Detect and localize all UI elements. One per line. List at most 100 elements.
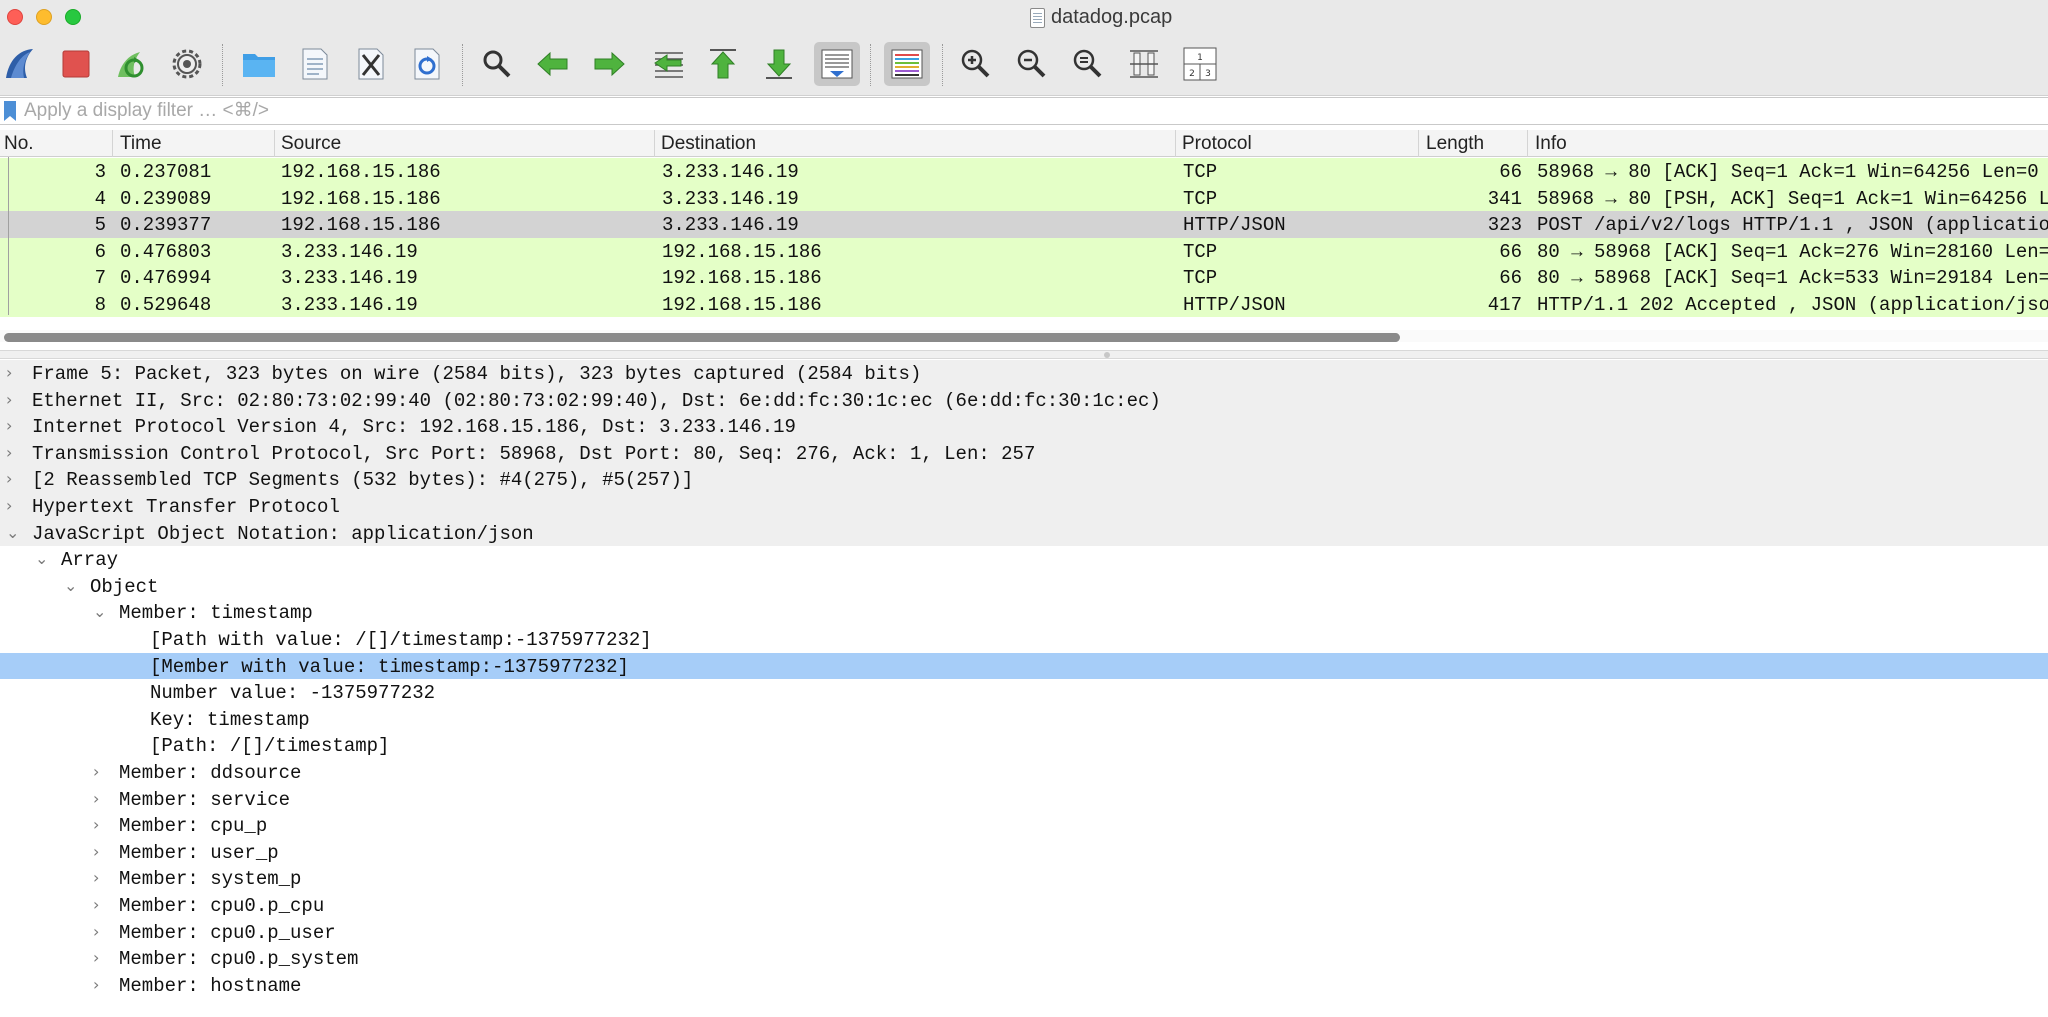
chevron-right-icon[interactable]: › bbox=[93, 948, 107, 968]
column-divider[interactable] bbox=[274, 130, 275, 157]
chevron-right-icon[interactable]: › bbox=[93, 842, 107, 862]
detail-row[interactable]: Key: timestamp bbox=[0, 706, 2048, 733]
detail-row[interactable]: › Frame 5: Packet, 323 bytes on wire (258… bbox=[0, 360, 2048, 387]
pane-splitter[interactable] bbox=[0, 350, 2048, 359]
display-filter-input[interactable] bbox=[22, 98, 2042, 124]
packet-list-scrollbar-thumb[interactable] bbox=[4, 333, 1400, 342]
packet-row[interactable]: 3 0.237081 192.168.15.186 3.233.146.19 T… bbox=[0, 158, 2048, 185]
column-divider[interactable] bbox=[1527, 130, 1528, 157]
detail-row[interactable]: › Member: user_p bbox=[0, 839, 2048, 866]
detail-row[interactable]: [Path with value: /[]/timestamp:-1375977… bbox=[0, 626, 2048, 653]
chevron-right-icon[interactable]: › bbox=[93, 975, 107, 995]
detail-row[interactable]: ⌄ Object bbox=[0, 573, 2048, 600]
detail-row[interactable]: ⌄ JavaScript Object Notation: application… bbox=[0, 519, 2048, 547]
find-packet-icon[interactable] bbox=[476, 42, 518, 86]
detail-row[interactable]: › Member: hostname bbox=[0, 972, 2048, 999]
detail-row[interactable]: › Member: cpu_p bbox=[0, 812, 2048, 839]
column-divider[interactable] bbox=[1175, 130, 1176, 157]
chevron-right-icon[interactable]: › bbox=[93, 868, 107, 888]
normal-size-icon[interactable] bbox=[1067, 42, 1109, 86]
column-header-destination[interactable]: Destination bbox=[661, 133, 756, 155]
chevron-right-icon[interactable]: › bbox=[6, 416, 20, 436]
detail-row-text: Array bbox=[61, 549, 119, 572]
column-header-time[interactable]: Time bbox=[120, 133, 162, 155]
splitter-handle-icon[interactable] bbox=[1104, 352, 1110, 358]
column-header-no[interactable]: No. bbox=[4, 133, 34, 155]
chevron-right-icon[interactable]: › bbox=[93, 762, 107, 782]
detail-row[interactable]: Number value: -1375977232 bbox=[0, 679, 2048, 706]
chevron-right-icon[interactable]: › bbox=[93, 789, 107, 809]
detail-row[interactable]: › Member: ddsource bbox=[0, 759, 2048, 786]
packet-length: 341 bbox=[1487, 187, 1522, 210]
close-file-icon[interactable] bbox=[350, 42, 392, 86]
detail-row[interactable]: ⌄ Member: timestamp bbox=[0, 599, 2048, 626]
detail-row[interactable]: › [2 Reassembled TCP Segments (532 bytes)… bbox=[0, 466, 2048, 493]
detail-row-text: [Path with value: /[]/timestamp:-1375977… bbox=[150, 629, 652, 651]
layout-panes-icon[interactable]: 1 2 3 bbox=[1179, 42, 1221, 86]
capture-options-gear-icon[interactable] bbox=[166, 42, 208, 86]
chevron-down-icon[interactable]: ⌄ bbox=[6, 523, 20, 543]
chevron-right-icon[interactable]: › bbox=[6, 443, 20, 463]
detail-row[interactable]: › Member: cpu0.p_user bbox=[0, 919, 2048, 946]
detail-row[interactable]: › Hypertext Transfer Protocol bbox=[0, 493, 2048, 520]
packet-row[interactable]: 7 0.476994 3.233.146.19 192.168.15.186 T… bbox=[0, 264, 2048, 291]
stop-square-icon[interactable] bbox=[55, 42, 97, 86]
packet-info: 58968 → 80 [ACK] Seq=1 Ack=1 Win=64256 L… bbox=[1537, 161, 2039, 183]
reload-icon[interactable] bbox=[406, 42, 448, 86]
detail-row[interactable]: › Member: service bbox=[0, 786, 2048, 813]
open-folder-icon[interactable] bbox=[238, 42, 280, 86]
packet-row[interactable]: 4 0.239089 192.168.15.186 3.233.146.19 T… bbox=[0, 184, 2048, 211]
detail-row[interactable]: › Member: system_p bbox=[0, 865, 2048, 892]
detail-row-text: [Path: /[]/timestamp] bbox=[150, 735, 390, 758]
zoom-window-button[interactable] bbox=[65, 9, 81, 25]
chevron-right-icon[interactable]: › bbox=[6, 496, 20, 516]
detail-row[interactable]: › Member: cpu0.p_system bbox=[0, 945, 2048, 972]
detail-row-text: JavaScript Object Notation: application/… bbox=[32, 522, 534, 545]
zoom-out-icon[interactable] bbox=[1011, 42, 1053, 86]
zoom-in-icon[interactable] bbox=[955, 42, 997, 86]
chevron-down-icon[interactable]: ⌄ bbox=[93, 602, 107, 622]
go-forward-arrow-icon[interactable] bbox=[588, 42, 630, 86]
resize-columns-icon[interactable] bbox=[1123, 42, 1165, 86]
go-back-arrow-icon[interactable] bbox=[532, 42, 574, 86]
packet-row-selected[interactable]: 5 0.239377 192.168.15.186 3.233.146.19 H… bbox=[0, 211, 2048, 238]
column-header-length[interactable]: Length bbox=[1426, 133, 1484, 155]
auto-scroll-icon[interactable] bbox=[814, 42, 860, 86]
packet-row[interactable]: 6 0.476803 3.233.146.19 192.168.15.186 T… bbox=[0, 237, 2048, 264]
column-header-protocol[interactable]: Protocol bbox=[1182, 133, 1252, 155]
detail-row[interactable]: ⌄ Array bbox=[0, 546, 2048, 573]
minimize-window-button[interactable] bbox=[36, 9, 52, 25]
detail-row[interactable]: [Path: /[]/timestamp] bbox=[0, 732, 2048, 759]
chevron-right-icon[interactable]: › bbox=[6, 469, 20, 489]
detail-row-text: Object bbox=[90, 575, 159, 598]
last-packet-icon[interactable] bbox=[758, 42, 800, 86]
first-packet-icon[interactable] bbox=[702, 42, 744, 86]
detail-row-selected[interactable]: [Member with value: timestamp:-137597723… bbox=[0, 652, 2048, 680]
chevron-right-icon[interactable]: › bbox=[6, 390, 20, 410]
colorize-icon[interactable] bbox=[884, 42, 930, 86]
filter-bookmark-icon[interactable] bbox=[4, 101, 16, 121]
restart-capture-icon[interactable] bbox=[110, 42, 152, 86]
chevron-right-icon[interactable]: › bbox=[93, 815, 107, 835]
shark-fin-start-icon[interactable] bbox=[0, 42, 42, 86]
go-to-packet-icon[interactable] bbox=[648, 42, 690, 86]
detail-row[interactable]: › Ethernet II, Src: 02:80:73:02:99:40 (02… bbox=[0, 386, 2048, 414]
chevron-right-icon[interactable]: › bbox=[93, 895, 107, 915]
toolbar-separator bbox=[942, 44, 943, 86]
column-divider[interactable] bbox=[112, 130, 113, 157]
detail-row[interactable]: › Internet Protocol Version 4, Src: 192.1… bbox=[0, 413, 2048, 440]
column-header-info[interactable]: Info bbox=[1535, 133, 1567, 155]
detail-row[interactable]: › Member: cpu0.p_cpu bbox=[0, 892, 2048, 919]
column-header-source[interactable]: Source bbox=[281, 133, 341, 155]
detail-row-text: Member: system_p bbox=[119, 868, 302, 891]
column-divider[interactable] bbox=[1418, 130, 1419, 157]
save-file-icon[interactable] bbox=[294, 42, 336, 86]
chevron-down-icon[interactable]: ⌄ bbox=[35, 549, 49, 569]
close-window-button[interactable] bbox=[7, 9, 23, 25]
chevron-right-icon[interactable]: › bbox=[93, 922, 107, 942]
packet-row[interactable]: 8 0.529648 3.233.146.19 192.168.15.186 H… bbox=[0, 290, 2048, 317]
chevron-right-icon[interactable]: › bbox=[6, 363, 20, 383]
detail-row[interactable]: › Transmission Control Protocol, Src Port… bbox=[0, 439, 2048, 467]
column-divider[interactable] bbox=[654, 130, 655, 157]
chevron-down-icon[interactable]: ⌄ bbox=[64, 576, 78, 596]
